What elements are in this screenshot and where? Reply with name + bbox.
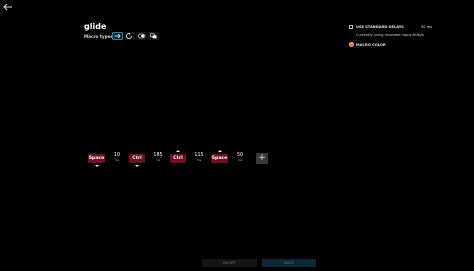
sequence-delay[interactable]: 185 ms: [151, 153, 165, 162]
repeat-icon: [126, 33, 132, 39]
standard-delays-checkbox[interactable]: [349, 25, 353, 29]
macro-type-toggle-button[interactable]: [136, 32, 147, 40]
toggle-icon: [138, 33, 145, 39]
sequence-key-space[interactable]: Space: [211, 154, 228, 163]
macro-title: glide: [84, 22, 107, 31]
sequence-key-space[interactable]: Space: [88, 154, 105, 163]
sequence-icon: [150, 33, 157, 39]
macro-types-label: Macro types: [84, 34, 113, 39]
sequence-delay[interactable]: 115 ms: [192, 153, 206, 162]
arrow-right-icon: [114, 33, 121, 39]
key-up-arrow-icon: [176, 149, 180, 152]
standard-delays-label: USE STANDARD DELAYS: [356, 25, 404, 29]
macro-type-repeat-button[interactable]: [124, 32, 135, 40]
add-action-button[interactable]: +: [256, 153, 268, 164]
sequence-delay[interactable]: 10 ms: [110, 153, 124, 162]
macro-type-sequence-button[interactable]: [148, 32, 159, 40]
save-button[interactable]: SAVE: [262, 259, 316, 267]
key-down-arrow-icon: [94, 165, 99, 167]
sequence-key-ctrl[interactable]: Ctrl: [129, 154, 145, 163]
sequence-key-ctrl[interactable]: Ctrl: [170, 154, 186, 163]
back-arrow-icon[interactable]: [3, 3, 15, 13]
key-down-arrow-icon: [135, 165, 139, 167]
sequence-delay[interactable]: 50 ms: [233, 153, 247, 162]
macro-color-label: MACRO COLOR: [356, 42, 386, 47]
macro-color-swatch[interactable]: [349, 42, 354, 47]
macro-type-no-repeat-button[interactable]: [112, 32, 123, 40]
reset-button[interactable]: RESET: [202, 259, 257, 267]
standard-delays-value: 50 ms: [421, 25, 433, 29]
recorded-delays-text: Currently using recorded input delays: [356, 33, 424, 37]
key-up-arrow-icon: [217, 149, 222, 152]
